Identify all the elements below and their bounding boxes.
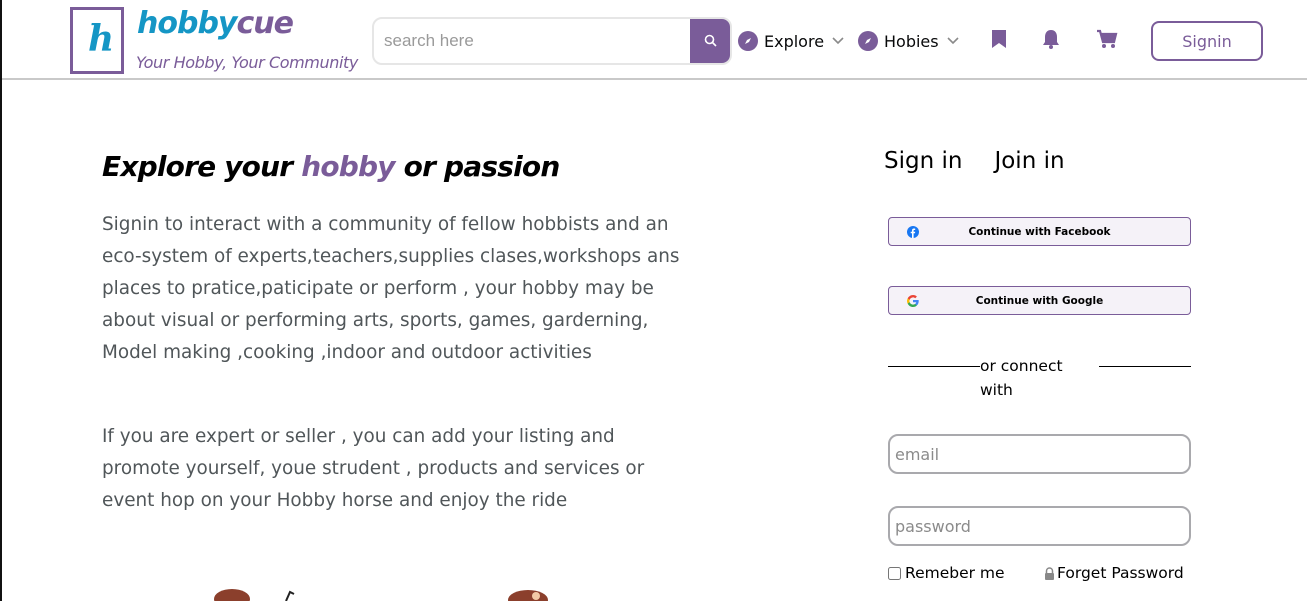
forgot-password-label: Forget Password <box>1057 564 1184 582</box>
logo-mark: h <box>70 7 124 74</box>
window-edge <box>0 0 2 601</box>
continue-with-google-button[interactable]: Continue with Google <box>888 286 1191 315</box>
cart-button[interactable] <box>1094 28 1120 54</box>
email-field[interactable] <box>888 434 1191 474</box>
chevron-down-icon <box>947 37 959 45</box>
logo-letter: h <box>88 18 115 60</box>
bell-icon <box>1042 29 1060 53</box>
nav-hobies-label: Hobies <box>884 31 939 51</box>
remember-me-checkbox[interactable] <box>888 566 901 580</box>
continue-with-facebook-button[interactable]: Continue with Facebook <box>888 217 1191 246</box>
signin-button[interactable]: Signin <box>1151 21 1263 61</box>
hero-title-end: or passion <box>394 150 561 183</box>
search-button[interactable] <box>690 19 730 63</box>
logo[interactable]: h hobbycue Your Hobby, Your Community <box>70 6 370 76</box>
divider-line-right <box>1099 366 1191 367</box>
hero-illustration <box>190 584 570 601</box>
search-icon <box>704 32 717 51</box>
logo-tagline: Your Hobby, Your Community <box>136 53 358 72</box>
compass-icon <box>858 31 878 51</box>
chevron-down-icon <box>832 37 844 45</box>
nav-explore-label: Explore <box>764 31 825 51</box>
compass-icon <box>738 31 758 51</box>
forgot-password-link[interactable]: Forget Password <box>1044 564 1184 582</box>
tab-join-in[interactable]: Join in <box>994 148 1064 174</box>
password-field[interactable] <box>888 506 1191 546</box>
top-navbar: h hobbycue Your Hobby, Your Community Ex… <box>2 0 1307 80</box>
logo-word-hobby: hobby <box>137 6 237 41</box>
hero-title: Explore your hobby or passion <box>102 150 560 183</box>
bookmark-icon <box>991 29 1007 53</box>
divider-text: or connect with <box>980 357 1063 399</box>
nav-hobies[interactable]: Hobies <box>858 28 959 54</box>
google-icon <box>906 294 919 307</box>
lock-icon <box>1044 566 1055 580</box>
remember-me-label: Remeber me <box>905 564 1005 582</box>
search-bar <box>372 17 732 65</box>
hero-paragraph-1: Signin to interact with a community of f… <box>102 214 680 363</box>
facebook-button-label: Continue with Facebook <box>968 225 1111 238</box>
logo-word-cue: cue <box>236 6 293 41</box>
nav-explore[interactable]: Explore <box>738 28 844 54</box>
notifications-button[interactable] <box>1038 28 1064 54</box>
hero-paragraph-2: If you are expert or seller , you can ad… <box>102 426 645 511</box>
bookmark-button[interactable] <box>986 28 1012 54</box>
hero-title-highlight: hobby <box>301 150 395 183</box>
hero-title-start: Explore your <box>102 150 302 183</box>
logo-wordmark: hobbycue <box>137 6 294 41</box>
facebook-icon <box>906 225 919 238</box>
auth-tabs: Sign in Join in <box>884 148 1065 174</box>
cart-icon <box>1096 29 1118 53</box>
search-input[interactable] <box>374 19 692 63</box>
tab-sign-in[interactable]: Sign in <box>884 148 962 174</box>
divider-line-left <box>888 366 980 367</box>
google-button-label: Continue with Google <box>975 294 1104 307</box>
remember-me[interactable]: Remeber me <box>888 564 1005 582</box>
